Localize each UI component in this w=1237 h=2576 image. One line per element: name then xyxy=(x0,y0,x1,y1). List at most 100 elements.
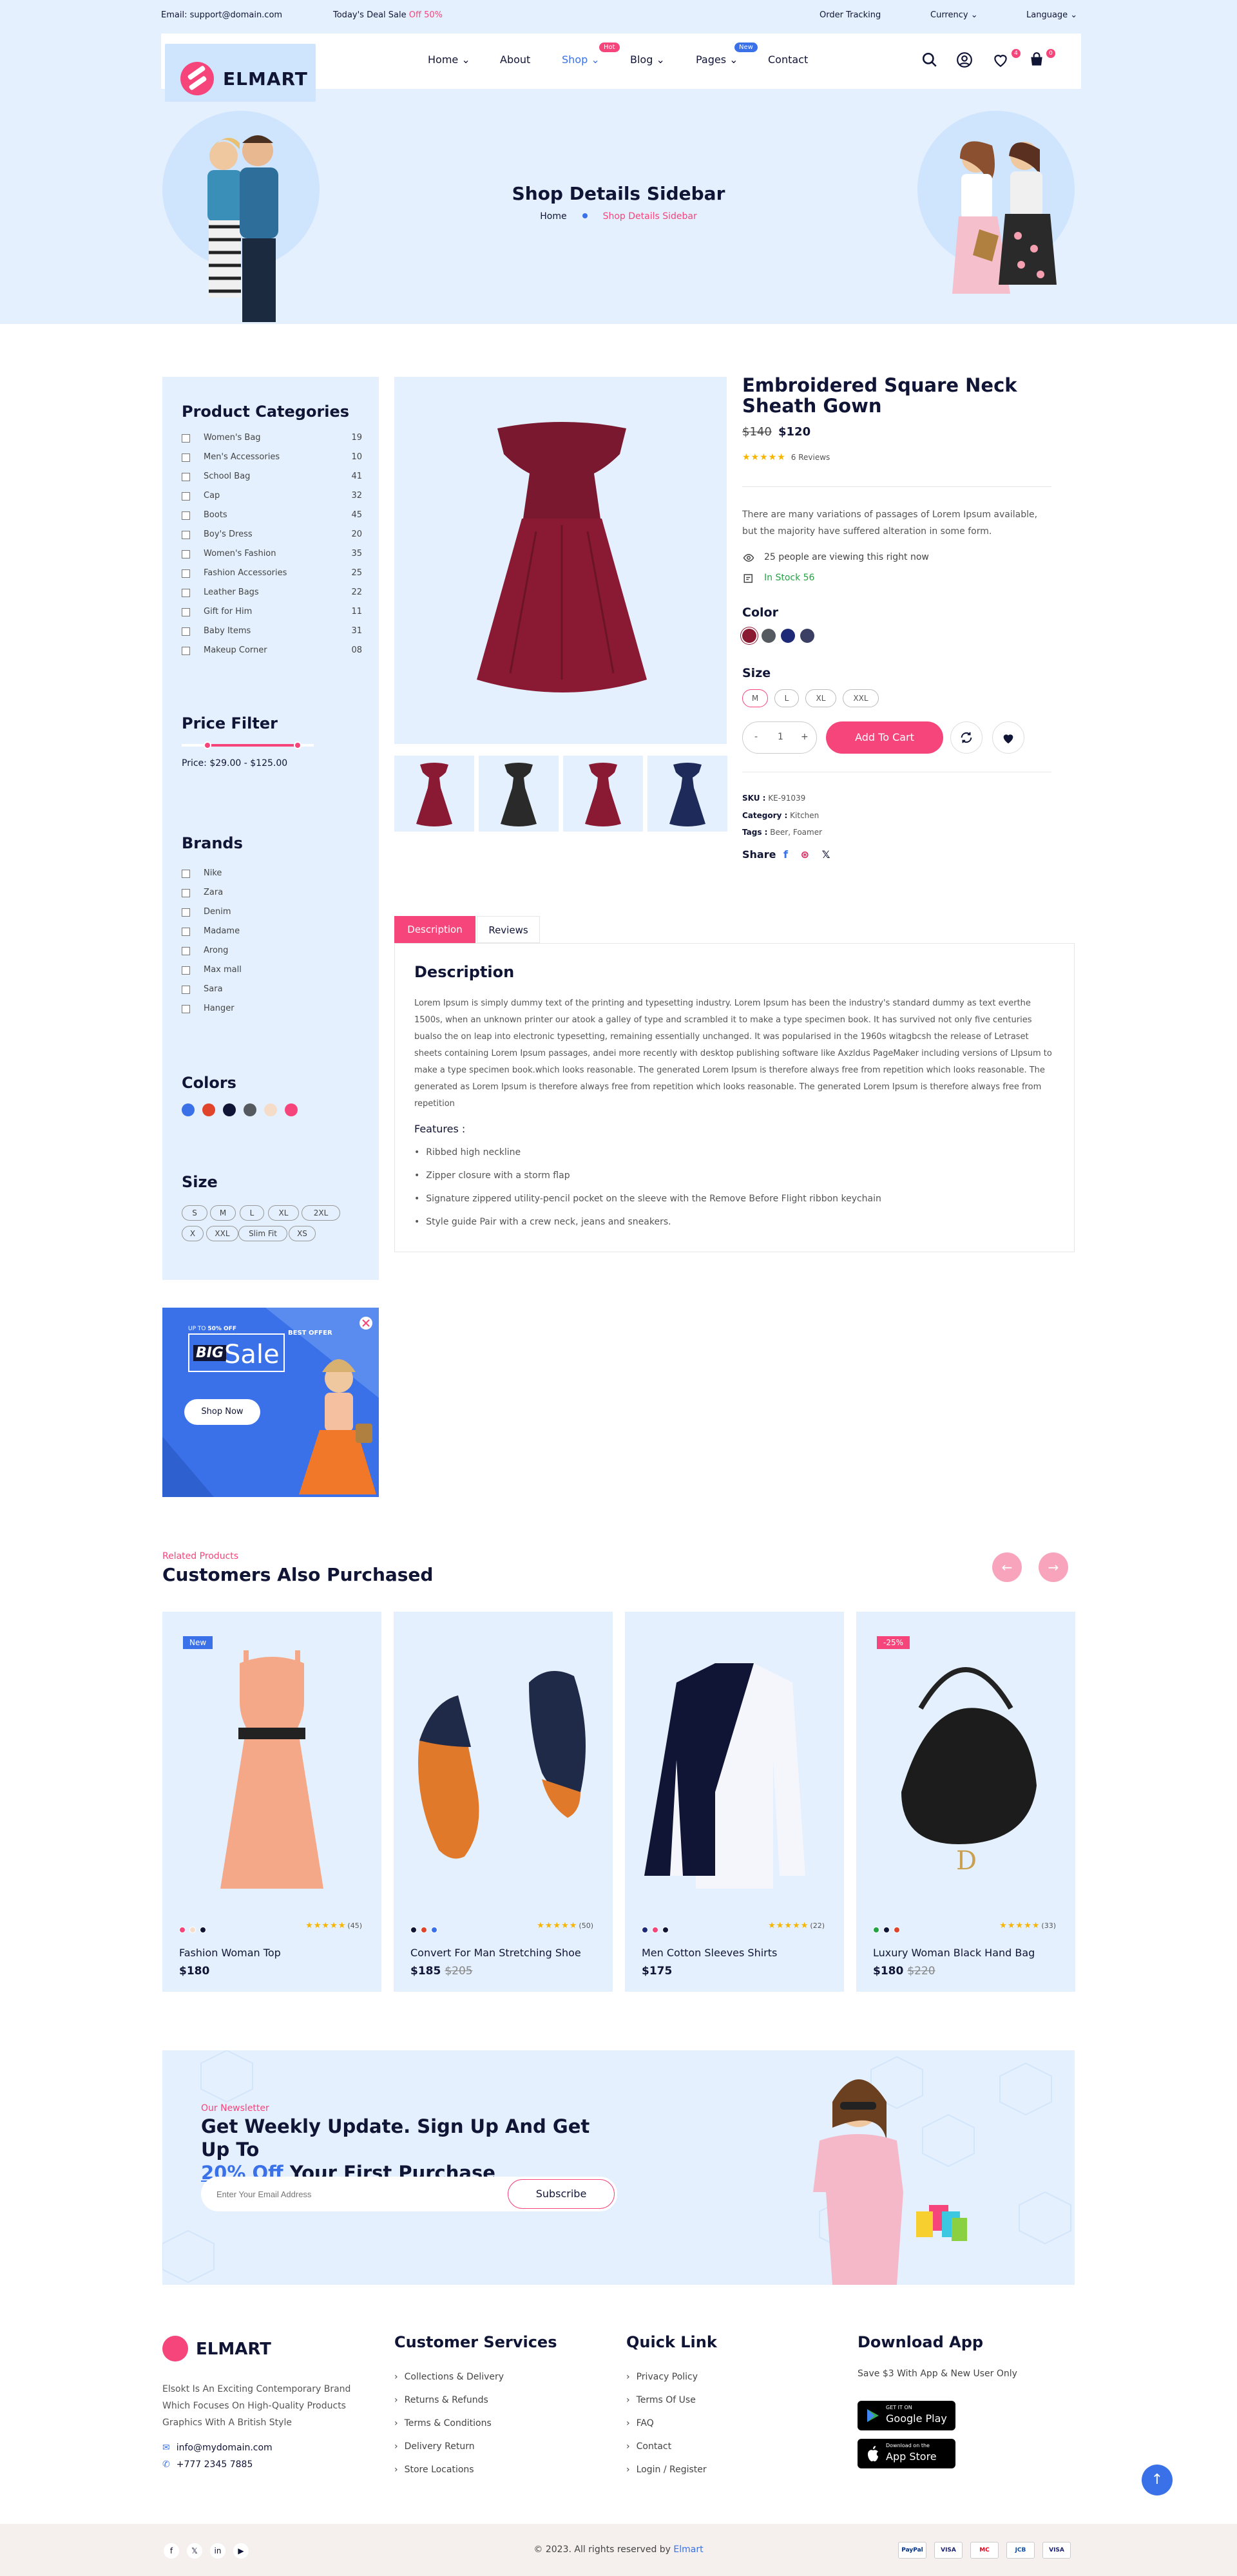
qty-value[interactable]: 1 xyxy=(778,732,783,742)
color-option[interactable] xyxy=(182,1103,195,1116)
color-dot[interactable] xyxy=(894,1927,900,1933)
size-option[interactable]: 2XL xyxy=(302,1205,340,1221)
footer-service-link[interactable]: Store Locations xyxy=(394,2465,474,2475)
footer-logo[interactable]: ELMART xyxy=(162,2333,291,2365)
product-card[interactable]: ★★★★★ (50) Convert For Man Stretching Shoe… xyxy=(394,1612,613,1992)
size-option[interactable]: S xyxy=(182,1205,207,1221)
color-dot[interactable] xyxy=(652,1927,658,1933)
checkbox[interactable] xyxy=(182,473,190,481)
footer-service-link[interactable]: Delivery Return xyxy=(394,2441,475,2452)
sale-banner[interactable]: UP TO 50% OFF BIG Sale BEST OFFER Shop N… xyxy=(162,1308,379,1497)
color-dot[interactable] xyxy=(662,1927,669,1933)
nav-about[interactable]: About xyxy=(500,53,530,66)
checkbox[interactable] xyxy=(182,589,190,597)
checkbox[interactable] xyxy=(182,870,190,878)
checkbox[interactable] xyxy=(182,1005,190,1013)
scroll-to-top-button[interactable]: ↑ xyxy=(1142,2465,1173,2495)
category-item[interactable]: Makeup Corner 08 xyxy=(182,645,362,658)
footer-quick-link[interactable]: Contact xyxy=(626,2441,671,2452)
size-option[interactable]: X xyxy=(182,1226,204,1241)
size-option[interactable]: M xyxy=(210,1205,236,1221)
carousel-next-button[interactable]: → xyxy=(1039,1552,1068,1582)
checkbox[interactable] xyxy=(182,511,190,520)
product-card[interactable]: ★★★★★ (22) Men Cotton Sleeves Shirts $175 xyxy=(625,1612,844,1992)
footer-phone[interactable]: ✆ +777 2345 7885 xyxy=(162,2459,253,2470)
copyright-brand-link[interactable]: Elmart xyxy=(673,2544,703,2555)
product-card[interactable]: D -25% ★★★★★ (33) Luxury Woman Black Hand Ba… xyxy=(856,1612,1075,1992)
app-store-button[interactable]: Download on the App Store xyxy=(858,2439,955,2468)
footer-quick-link[interactable]: Privacy Policy xyxy=(626,2372,698,2382)
tags-value[interactable]: Beer, Foamer xyxy=(770,828,822,837)
category-item[interactable]: Women's Fashion 35 xyxy=(182,549,362,562)
price-slider-max-handle[interactable] xyxy=(294,741,302,749)
color-dot[interactable] xyxy=(179,1927,186,1933)
category-item[interactable]: Baby Items 31 xyxy=(182,626,362,639)
size-button[interactable]: XXL xyxy=(843,689,879,707)
heart-icon[interactable] xyxy=(992,52,1009,68)
order-tracking-link[interactable]: Order Tracking xyxy=(820,10,881,20)
size-option[interactable]: XL xyxy=(268,1205,299,1221)
checkbox[interactable] xyxy=(182,550,190,558)
category-item[interactable]: Men's Accessories 10 xyxy=(182,452,362,465)
product-name[interactable]: Convert For Man Stretching Shoe xyxy=(410,1947,581,1959)
tab-description[interactable]: Description xyxy=(394,916,475,943)
compare-button[interactable] xyxy=(950,721,983,754)
size-option[interactable]: L xyxy=(240,1205,264,1221)
checkbox[interactable] xyxy=(182,627,190,636)
qty-minus-button[interactable]: - xyxy=(754,732,758,742)
footer-quick-link[interactable]: Terms Of Use xyxy=(626,2395,696,2405)
checkbox[interactable] xyxy=(182,608,190,616)
footer-quick-link[interactable]: FAQ xyxy=(626,2418,654,2428)
checkbox[interactable] xyxy=(182,453,190,462)
size-button[interactable]: M xyxy=(742,689,768,707)
carousel-prev-button[interactable]: ← xyxy=(992,1552,1022,1582)
color-dot[interactable] xyxy=(431,1927,437,1933)
size-option[interactable]: XS xyxy=(289,1226,316,1241)
pinterest-icon[interactable]: ⊛ xyxy=(801,848,809,861)
brand-item[interactable]: Madame xyxy=(182,926,362,939)
color-dot[interactable] xyxy=(410,1927,417,1933)
color-dot[interactable] xyxy=(200,1927,206,1933)
checkbox[interactable] xyxy=(182,928,190,936)
color-dot[interactable] xyxy=(642,1927,648,1933)
category-value[interactable]: Kitchen xyxy=(790,811,819,820)
tab-reviews[interactable]: Reviews xyxy=(477,916,540,943)
color-swatch[interactable] xyxy=(742,629,756,643)
product-thumbnail[interactable] xyxy=(563,756,643,832)
x-twitter-icon[interactable]: 𝕏 xyxy=(822,848,830,861)
nav-pages[interactable]: Pages ⌄ xyxy=(696,53,738,66)
color-swatch[interactable] xyxy=(800,629,814,643)
checkbox[interactable] xyxy=(182,966,190,975)
subscribe-button[interactable]: Subscribe xyxy=(508,2179,615,2209)
price-slider[interactable] xyxy=(182,741,314,749)
brand-item[interactable]: Hanger xyxy=(182,1004,362,1016)
add-to-cart-button[interactable]: Add To Cart xyxy=(826,721,943,754)
category-item[interactable]: Women's Bag 19 xyxy=(182,433,362,446)
brand-item[interactable]: Zara xyxy=(182,888,362,901)
product-thumbnail[interactable] xyxy=(479,756,559,832)
wishlist-button[interactable] xyxy=(992,721,1024,754)
footer-service-link[interactable]: Terms & Conditions xyxy=(394,2418,492,2428)
checkbox[interactable] xyxy=(182,569,190,578)
logo[interactable]: ELMART xyxy=(165,44,316,102)
search-icon[interactable] xyxy=(921,52,938,68)
footer-service-link[interactable]: Returns & Refunds xyxy=(394,2395,488,2405)
color-option[interactable] xyxy=(202,1103,215,1116)
footer-quick-link[interactable]: Login / Register xyxy=(626,2465,707,2475)
breadcrumb-home[interactable]: Home xyxy=(540,211,566,222)
footer-service-link[interactable]: Collections & Delivery xyxy=(394,2372,504,2382)
google-play-button[interactable]: GET IT ON Google Play xyxy=(858,2401,955,2430)
color-option[interactable] xyxy=(285,1103,298,1116)
category-item[interactable]: School Bag 41 xyxy=(182,472,362,484)
user-icon[interactable] xyxy=(956,52,973,68)
category-item[interactable]: Gift for Him 11 xyxy=(182,607,362,620)
nav-shop[interactable]: Shop ⌄ xyxy=(562,53,600,66)
brand-item[interactable]: Denim xyxy=(182,907,362,920)
checkbox[interactable] xyxy=(182,986,190,994)
nav-blog[interactable]: Blog ⌄ xyxy=(630,53,665,66)
qty-plus-button[interactable]: + xyxy=(801,732,809,742)
facebook-icon[interactable]: f xyxy=(783,848,788,861)
product-main-image[interactable] xyxy=(394,377,727,744)
cart-icon[interactable] xyxy=(1028,52,1045,68)
checkbox[interactable] xyxy=(182,889,190,897)
